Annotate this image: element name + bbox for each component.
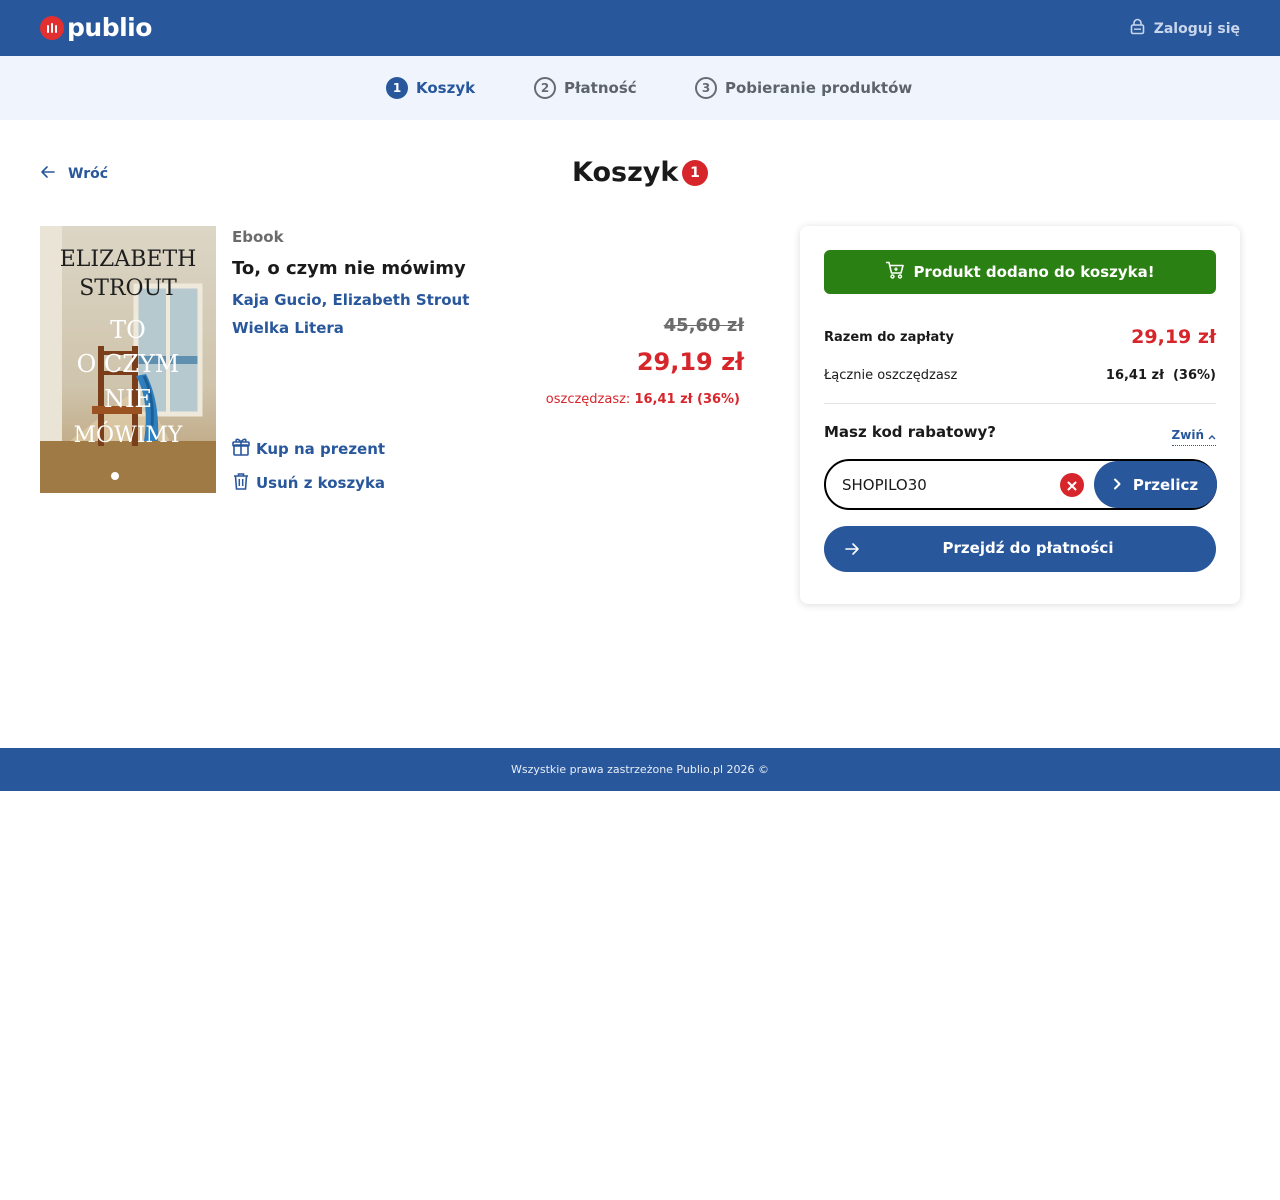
- product-authors: Kaja Gucio, Elizabeth Strout: [232, 291, 469, 309]
- trash-icon: [232, 471, 250, 495]
- cover-title-line1: TO: [110, 316, 146, 344]
- close-icon: [1067, 476, 1077, 495]
- cover-title-line4: MÓWIMY: [74, 421, 183, 448]
- step-download[interactable]: 3 Pobieranie produktów: [695, 77, 912, 99]
- coupon-field: Przelicz: [824, 459, 1217, 510]
- order-summary-card: Produkt dodano do koszyka! Razem do zapł…: [800, 226, 1240, 604]
- coupon-question: Masz kod rabatowy?: [824, 423, 996, 441]
- step-number: 2: [534, 77, 556, 99]
- login-button[interactable]: Zaloguj się: [1129, 18, 1240, 39]
- old-price: 45,60 zł: [663, 315, 744, 336]
- back-label: Wróć: [68, 166, 109, 182]
- remove-from-cart-label: Usuń z koszyka: [256, 474, 386, 492]
- product-title[interactable]: To, o czym nie mówimy: [232, 258, 466, 279]
- checkout-steps: 1 Koszyk 2 Płatność 3 Pobieranie produkt…: [0, 56, 1280, 120]
- proceed-to-payment-label: Przejdź do płatności: [942, 539, 1114, 557]
- divider: [824, 403, 1216, 404]
- savings-prefix: oszczędzasz:: [545, 392, 635, 407]
- chevron-right-icon: [1113, 475, 1121, 494]
- cart-icon: [885, 261, 905, 283]
- top-bar: publio Zaloguj się: [0, 0, 1280, 56]
- step-payment[interactable]: 2 Płatność: [534, 77, 637, 99]
- step-number: 1: [386, 77, 408, 99]
- author-link[interactable]: Elizabeth Strout: [332, 291, 469, 309]
- arrow-left-icon: [40, 164, 56, 184]
- footer: Wszystkie prawa zastrzeżone Publio.pl 20…: [0, 748, 1280, 791]
- logo-mark-icon: [40, 16, 64, 40]
- remove-from-cart-button[interactable]: Usuń z koszyka: [232, 471, 385, 495]
- total-label: Razem do zapłaty: [824, 330, 954, 345]
- total-value: 29,19 zł: [1131, 326, 1216, 348]
- author-link[interactable]: Kaja Gucio: [232, 291, 322, 309]
- cover-author-line2: STROUT: [79, 276, 177, 301]
- login-label: Zaloguj się: [1153, 20, 1240, 37]
- publio-logo[interactable]: publio: [40, 12, 152, 44]
- author-separator: ,: [321, 291, 333, 309]
- product-type: Ebook: [232, 228, 284, 246]
- step-number: 3: [695, 77, 717, 99]
- savings-value: 16,41 zł (36%): [634, 392, 740, 407]
- proceed-to-payment-button[interactable]: Przejdź do płatności: [824, 526, 1216, 572]
- buy-as-gift-button[interactable]: Kup na prezent: [232, 437, 385, 461]
- gift-icon: [232, 437, 250, 461]
- step-label: Koszyk: [416, 79, 476, 97]
- logo-text: publio: [67, 13, 152, 42]
- cover-title-line3: NIE: [104, 385, 152, 413]
- savings-total-label: Łącznie oszczędzasz: [824, 368, 958, 383]
- back-link[interactable]: Wróć: [40, 164, 108, 184]
- added-to-cart-banner: Produkt dodano do koszyka!: [824, 250, 1216, 294]
- cart-count-badge: 1: [682, 160, 708, 186]
- publisher-link[interactable]: Wielka Litera: [232, 319, 344, 337]
- copyright-text: Wszystkie prawa zastrzeżone Publio.pl 20…: [510, 763, 770, 776]
- cover-author-line1: ELIZABETH: [60, 247, 197, 272]
- step-cart[interactable]: 1 Koszyk: [386, 77, 475, 99]
- cover-title-line2: O CZYM: [77, 350, 180, 378]
- book-cover[interactable]: ELIZABETH STROUT TO O CZYM NIE MÓWIMY: [40, 226, 216, 493]
- new-price: 29,19 zł: [636, 348, 744, 376]
- lock-icon: [1129, 18, 1146, 39]
- buy-as-gift-label: Kup na prezent: [256, 440, 386, 458]
- step-label: Pobieranie produktów: [725, 79, 913, 97]
- collapse-coupon-button[interactable]: Zwiń: [1171, 425, 1216, 446]
- savings-line: oszczędzasz: 16,41 zł (36%): [546, 392, 740, 407]
- collapse-label: Zwiń: [1171, 427, 1204, 442]
- recalculate-label: Przelicz: [1132, 475, 1199, 494]
- chevron-up-icon: [1208, 425, 1216, 444]
- clear-coupon-button[interactable]: [1060, 473, 1084, 497]
- coupon-input[interactable]: [842, 474, 1042, 496]
- added-to-cart-message: Produkt dodano do koszyka!: [913, 263, 1155, 281]
- savings-total-value: 16,41 zł (36%): [1105, 368, 1216, 383]
- step-label: Płatność: [564, 79, 637, 97]
- page-title: Koszyk: [572, 157, 679, 188]
- recalculate-button[interactable]: Przelicz: [1094, 461, 1217, 508]
- book-cover-image: ELIZABETH STROUT TO O CZYM NIE MÓWIMY: [40, 226, 216, 493]
